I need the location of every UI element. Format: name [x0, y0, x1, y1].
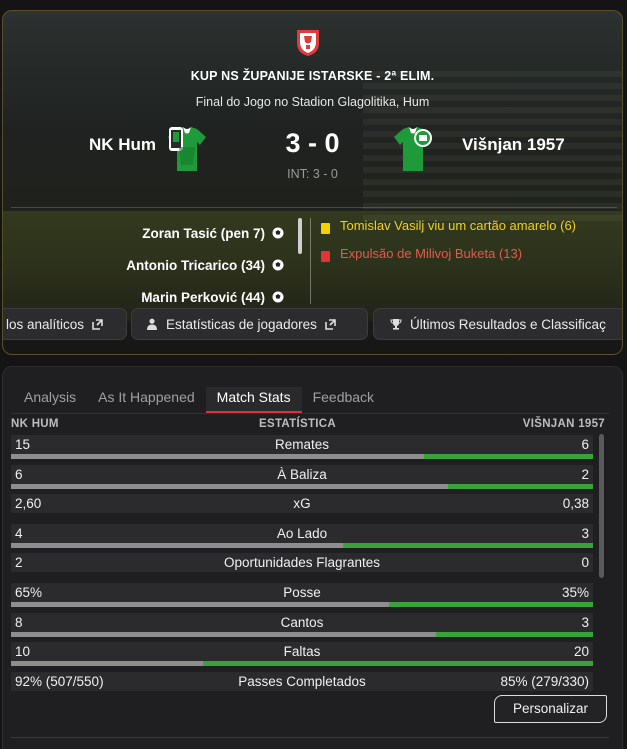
player-stats-button[interactable]: Estatísticas de jogadores	[131, 308, 368, 340]
event-item: Tomislav Vasilj viu um cartão amarelo (6…	[321, 218, 601, 234]
stat-label: Faltas	[283, 644, 321, 660]
away-stat-value: 20	[573, 644, 589, 660]
tab-as-it-happened[interactable]: As It Happened	[87, 387, 206, 413]
comparison-bar	[11, 631, 593, 637]
stat-row: 15 Remates 6	[11, 434, 593, 464]
away-bar	[342, 542, 593, 548]
stats-scrollbar[interactable]	[599, 434, 604, 578]
stat-row: 6À Baliza 2	[11, 464, 593, 494]
external-link-icon	[92, 318, 103, 330]
header-divider	[11, 207, 617, 208]
comparison-bar	[11, 601, 593, 607]
header-button-row: los analíticos Estatísticas de jogadores…	[3, 308, 622, 342]
home-bar	[11, 542, 343, 548]
stat-label: Oportunidades Flagrantes	[223, 555, 381, 571]
stat-row: 2,60 xG 0,38	[11, 493, 593, 523]
away-column-header: VIŠNJAN 1957	[522, 418, 605, 430]
match-header-card: KUP NS ŽUPANIJE ISTARSKE - 2ª ELIM. Fina…	[2, 10, 623, 355]
event-text[interactable]: Tomislav Vasilj viu um cartão amarelo (6…	[340, 218, 576, 234]
latest-results-button[interactable]: Últimos Resultados e Classificaç	[373, 308, 622, 340]
scorer-item: Zoran Tasić (pen 7)	[126, 217, 284, 249]
scorer-name[interactable]: Zoran Tasić (pen 7)	[142, 226, 265, 241]
stat-row: 4 Ao Lado 3	[11, 523, 593, 553]
competition-title: KUP NS ŽUPANIJE ISTARSKE - 2ª ELIM.	[190, 69, 435, 83]
comparison-bar	[11, 454, 593, 459]
red-card-icon	[321, 251, 330, 262]
events-divider	[310, 218, 311, 304]
tab-feedback[interactable]: Feedback	[302, 387, 385, 413]
stat-label: xG	[293, 496, 311, 512]
away-stat-value: 35%	[561, 584, 589, 600]
away-kit-icon[interactable]	[393, 125, 433, 175]
away-stat-value: 85% (279/330)	[500, 673, 589, 689]
away-bar	[424, 454, 593, 459]
away-stat-value: 0	[581, 555, 589, 571]
home-bar	[11, 631, 436, 637]
football-icon	[272, 259, 284, 271]
scorer-name[interactable]: Antonio Tricarico (34)	[126, 258, 265, 273]
personalize-button[interactable]: Personalizar	[494, 695, 607, 723]
event-text[interactable]: Expulsão de Milivoj Buketa (13)	[340, 246, 522, 262]
home-bar	[11, 454, 425, 459]
tab-bar: Analysis As It Happened Match Stats Feed…	[15, 387, 385, 413]
comparison-bar	[11, 483, 593, 489]
stat-label: À Baliza	[277, 466, 327, 482]
stat-row: 8 Cantos 3	[11, 612, 593, 642]
away-bar	[203, 661, 593, 667]
football-icon	[272, 291, 284, 303]
away-stat-value: 3	[581, 525, 589, 541]
player-stats-button-label: Estatísticas de jogadores	[166, 316, 317, 332]
analytics-button-label: los analíticos	[6, 316, 85, 332]
stat-label: Ao Lado	[276, 525, 328, 541]
external-link-icon	[325, 318, 336, 330]
tabs-divider	[11, 413, 609, 414]
stat-label: Remates	[274, 437, 330, 452]
scorer-item: Antonio Tricarico (34)	[126, 249, 284, 281]
tab-analysis[interactable]: Analysis	[15, 387, 87, 413]
scorer-name[interactable]: Marin Perković (44)	[141, 290, 265, 305]
away-stat-value: 3	[581, 614, 589, 630]
match-stats-panel: Analysis As It Happened Match Stats Feed…	[2, 366, 623, 749]
yellow-card-icon	[321, 223, 330, 234]
stat-label: Posse	[283, 584, 321, 600]
comparison-bar	[11, 542, 593, 548]
away-bar	[389, 601, 593, 607]
away-stat-value: 0,38	[562, 496, 589, 512]
stat-row: 10 Faltas 20	[11, 641, 593, 671]
goal-scorers-list: Zoran Tasić (pen 7) Antonio Tricarico (3…	[126, 217, 284, 313]
event-item: Expulsão de Milivoj Buketa (13)	[321, 246, 601, 262]
person-icon	[147, 318, 157, 330]
home-bar	[11, 483, 448, 489]
stat-column-header: ESTATÍSTICA	[259, 418, 336, 430]
away-bar	[435, 631, 593, 637]
football-icon	[272, 227, 284, 239]
stat-row: 65% Posse 35%	[11, 582, 593, 612]
away-bar	[447, 483, 593, 489]
away-team-name[interactable]: Višnjan 1957	[462, 135, 565, 155]
scorers-scrollbar[interactable]	[298, 218, 302, 254]
away-stat-value: 6	[581, 437, 589, 452]
trophy-icon	[390, 319, 402, 330]
latest-results-button-label: Últimos Resultados e Classificaç	[410, 316, 606, 332]
tab-match-stats[interactable]: Match Stats	[205, 387, 302, 413]
stat-rows: 15 Remates 6 6 À Baliza 2 2,60 xG 0,38 4 Ao Lado 3 2…	[11, 434, 593, 700]
match-events-list: Tomislav Vasilj viu um cartão amarelo (6…	[321, 218, 601, 274]
venue-text: Final do Jogo no Stadion Glagolitika, Hu…	[195, 95, 430, 109]
panel-bottom-divider	[11, 737, 609, 738]
stat-label: Cantos	[280, 614, 324, 630]
halftime-score: INT: 3 - 0	[287, 167, 338, 181]
comparison-bar	[11, 661, 593, 667]
competition-logo-icon	[297, 30, 319, 56]
away-stat-value: 2	[581, 466, 589, 482]
home-bar	[11, 601, 390, 607]
stat-row: 2 Oportunidades Flagrantes 0	[11, 552, 593, 582]
analytics-button[interactable]: los analíticos	[3, 308, 127, 340]
home-bar	[11, 661, 204, 667]
